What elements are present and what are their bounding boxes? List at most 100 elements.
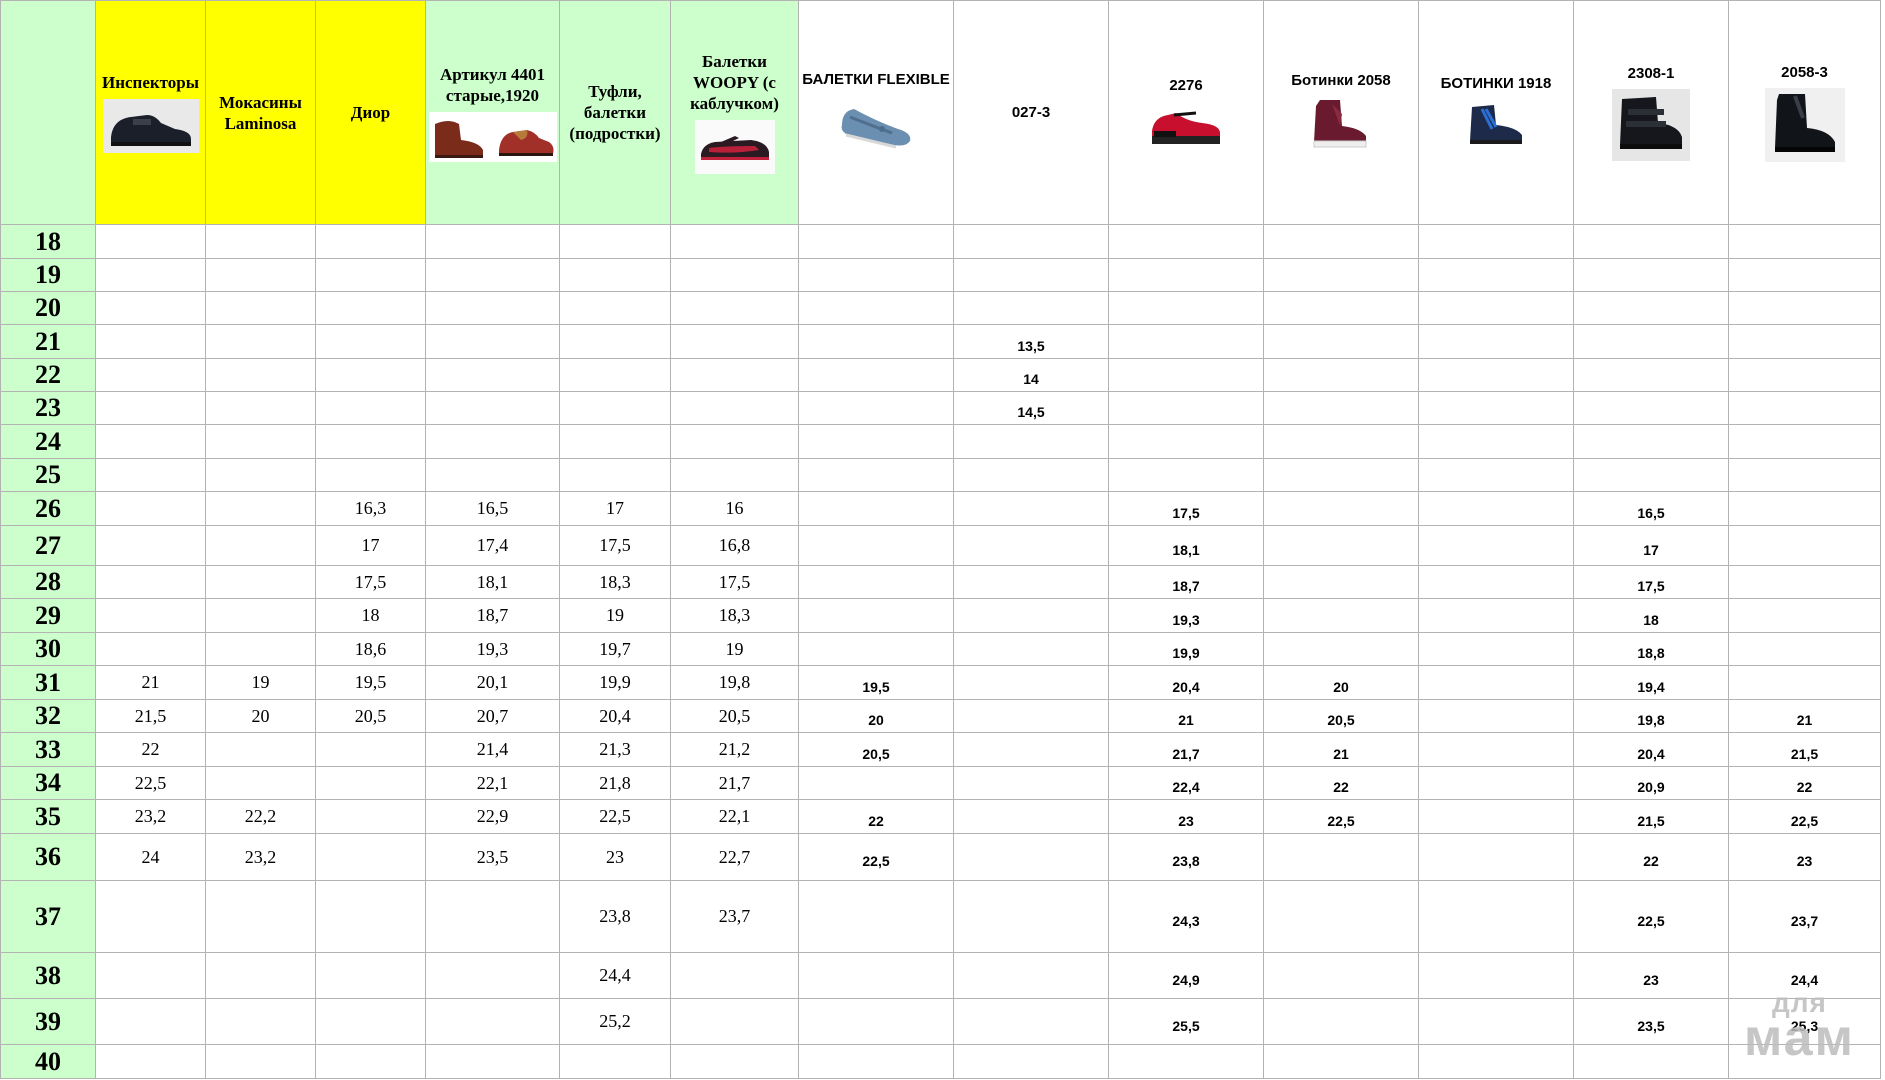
size-value-cell <box>953 1044 1109 1079</box>
size-value-cell <box>425 880 560 953</box>
size-value-cell: 14,5 <box>953 391 1109 425</box>
size-value-cell <box>1263 424 1419 459</box>
size-value-cell <box>1418 224 1574 259</box>
size-value-cell <box>425 998 560 1045</box>
table-row: 33 22 21,4 21,3 21,2 20,5 21,7 21 20,4 21,5 <box>0 732 1881 767</box>
size-value-cell <box>1728 565 1881 599</box>
table-row: 34 22,5 22,1 21,8 21,7 22,4 22 20,9 22 <box>0 766 1881 800</box>
size-value-cell: 24 <box>95 833 206 881</box>
size-value-cell <box>95 491 206 526</box>
size-label: 26 <box>0 491 96 526</box>
size-value-cell <box>1728 424 1881 459</box>
column-header-11: БОТИНКИ 1918 <box>1418 0 1574 225</box>
size-value-cell: 23,2 <box>205 833 316 881</box>
size-value-cell: 18,1 <box>425 565 560 599</box>
size-value-cell <box>670 998 799 1045</box>
size-value-cell: 19,9 <box>559 665 671 700</box>
size-value-cell <box>559 391 671 425</box>
size-value-cell: 22,1 <box>425 766 560 800</box>
size-value-cell <box>798 491 954 526</box>
size-value-cell <box>953 665 1109 700</box>
size-label: 25 <box>0 458 96 492</box>
size-value-cell: 20 <box>205 699 316 733</box>
size-value-cell: 19,9 <box>1108 632 1264 666</box>
size-value-cell <box>953 799 1109 834</box>
size-value-cell <box>205 391 316 425</box>
size-value-cell: 21 <box>95 665 206 700</box>
size-value-cell <box>1263 458 1419 492</box>
size-value-cell: 17 <box>1573 525 1729 566</box>
size-label: 30 <box>0 632 96 666</box>
size-value-cell <box>559 258 671 292</box>
black-velcro-boot-icon <box>1612 89 1690 161</box>
size-value-cell: 21,7 <box>1108 732 1264 767</box>
size-value-cell: 19 <box>559 598 671 633</box>
size-value-cell <box>1728 324 1881 359</box>
size-value-cell: 18 <box>315 598 426 633</box>
table-row: 30 18,6 19,3 19,7 19 19,9 18,8 <box>0 632 1881 666</box>
size-value-cell <box>798 258 954 292</box>
size-value-cell: 18,1 <box>1108 525 1264 566</box>
size-value-cell: 17,5 <box>1108 491 1264 526</box>
table-row: 35 23,2 22,2 22,9 22,5 22,1 22 23 22,5 21,5 22,5 <box>0 799 1881 834</box>
size-value-cell <box>315 358 426 392</box>
size-value-cell <box>1108 358 1264 392</box>
size-value-cell: 23,5 <box>425 833 560 881</box>
table-row: 21 13,5 <box>0 324 1881 359</box>
size-value-cell <box>1263 525 1419 566</box>
size-value-cell: 16,5 <box>1573 491 1729 526</box>
size-value-cell: 18 <box>1573 598 1729 633</box>
size-value-cell <box>1418 952 1574 999</box>
size-value-cell: 19 <box>205 665 316 700</box>
size-value-cell <box>670 291 799 325</box>
size-value-cell <box>798 291 954 325</box>
size-value-cell <box>953 224 1109 259</box>
size-value-cell <box>1108 391 1264 425</box>
size-value-cell: 23,5 <box>1573 998 1729 1045</box>
size-value-cell <box>315 258 426 292</box>
size-value-cell: 20,5 <box>798 732 954 767</box>
size-value-cell <box>425 258 560 292</box>
table-row: 26 16,3 16,5 17 16 17,5 16,5 <box>0 491 1881 526</box>
column-header-label: Инспекторы <box>101 73 200 92</box>
size-value-cell: 20,1 <box>425 665 560 700</box>
size-value-cell <box>95 391 206 425</box>
size-value-cell <box>205 632 316 666</box>
size-value-cell: 16 <box>670 491 799 526</box>
size-value-cell <box>1728 358 1881 392</box>
size-value-cell <box>1418 324 1574 359</box>
size-value-cell: 23,7 <box>1728 880 1881 953</box>
size-value-cell <box>95 525 206 566</box>
size-label: 35 <box>0 799 96 834</box>
table-row: 27 17 17,4 17,5 16,8 18,1 17 <box>0 525 1881 566</box>
size-value-cell: 22,2 <box>205 799 316 834</box>
size-value-cell: 23,2 <box>95 799 206 834</box>
size-value-cell <box>425 424 560 459</box>
size-value-cell: 22,7 <box>670 833 799 881</box>
column-header-label: БАЛЕТКИ FLEXIBLE <box>802 71 950 88</box>
size-value-cell: 24,3 <box>1108 880 1264 953</box>
size-value-cell <box>315 391 426 425</box>
size-value-cell: 23 <box>1108 799 1264 834</box>
size-value-cell <box>1418 880 1574 953</box>
size-value-cell: 17,5 <box>315 565 426 599</box>
black-school-shoe-icon <box>102 99 199 153</box>
size-value-cell <box>95 565 206 599</box>
size-value-cell <box>953 952 1109 999</box>
size-value-cell <box>315 799 426 834</box>
size-value-cell <box>205 358 316 392</box>
size-value-cell <box>205 291 316 325</box>
size-value-cell <box>315 424 426 459</box>
size-value-cell: 23 <box>559 833 671 881</box>
column-header-13: 2058-3 <box>1728 0 1881 225</box>
size-value-cell <box>205 224 316 259</box>
size-value-cell: 20,5 <box>315 699 426 733</box>
size-value-cell: 22,1 <box>670 799 799 834</box>
burgundy-boot-icon <box>1306 96 1376 154</box>
size-value-cell <box>953 880 1109 953</box>
size-value-cell <box>953 565 1109 599</box>
size-label: 19 <box>0 258 96 292</box>
size-value-cell: 22 <box>95 732 206 767</box>
size-value-cell <box>1108 224 1264 259</box>
size-value-cell <box>1573 1044 1729 1079</box>
